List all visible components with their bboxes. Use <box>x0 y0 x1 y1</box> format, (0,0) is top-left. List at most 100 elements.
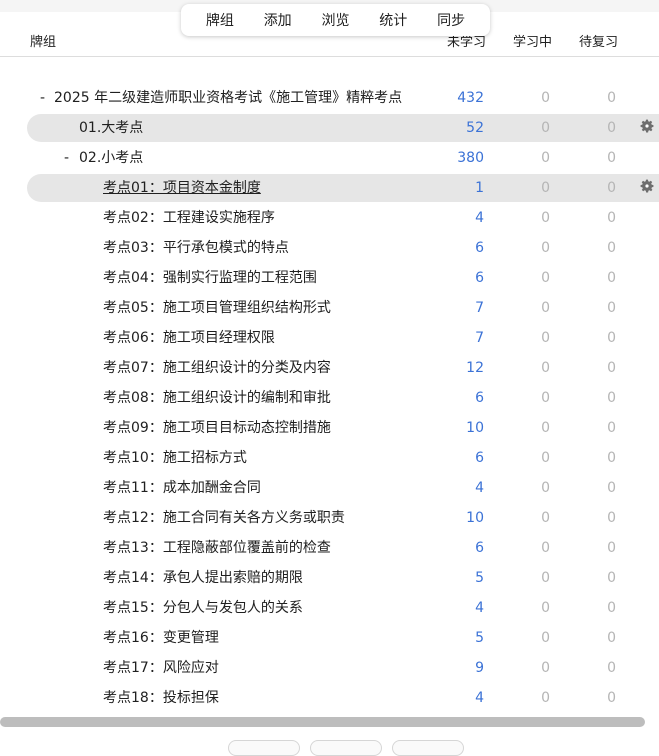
new-count: 6 <box>475 390 484 406</box>
deck-row[interactable]: 考点13：工程隐蔽部位覆盖前的检查 6 0 0 <box>0 533 659 563</box>
deck-row[interactable]: 考点06：施工项目经理权限 7 0 0 <box>0 323 659 353</box>
learning-count: 0 <box>541 240 550 256</box>
new-count: 4 <box>475 210 484 226</box>
deck-name-link[interactable]: 考点06：施工项目经理权限 <box>103 329 275 347</box>
deck-name-link[interactable]: 考点03：平行承包模式的特点 <box>103 239 289 257</box>
deck-row[interactable]: 考点14：承包人提出索赔的期限 5 0 0 <box>0 563 659 593</box>
new-count: 1 <box>475 180 484 196</box>
due-count: 0 <box>607 180 616 196</box>
deck-name-link[interactable]: 考点02：工程建设实施程序 <box>103 209 275 227</box>
deck-name-link[interactable]: 01.大考点 <box>79 119 143 137</box>
due-count: 0 <box>607 330 616 346</box>
deck-name-link[interactable]: 2025 年二级建造师职业资格考试《施工管理》精粹考点 <box>54 89 402 107</box>
deck-name-link[interactable]: 考点18：投标担保 <box>103 689 219 707</box>
due-count: 0 <box>607 600 616 616</box>
learning-count: 0 <box>541 480 550 496</box>
new-count: 6 <box>475 540 484 556</box>
gear-icon[interactable] <box>639 117 655 135</box>
deck-row[interactable]: 考点01：项目资本金制度 1 0 0 <box>0 173 659 203</box>
new-count: 9 <box>475 660 484 676</box>
bottom-button-2[interactable] <box>310 740 382 756</box>
nav-stats-button[interactable]: 统计 <box>375 8 411 32</box>
deck-row[interactable]: 考点05：施工项目管理组织结构形式 7 0 0 <box>0 293 659 323</box>
main-toolbar: 牌组 添加 浏览 统计 同步 <box>181 4 490 36</box>
deck-name-link[interactable]: 考点07：施工组织设计的分类及内容 <box>103 359 331 377</box>
deck-name-link[interactable]: 考点05：施工项目管理组织结构形式 <box>103 299 331 317</box>
new-count: 7 <box>475 300 484 316</box>
deck-row[interactable]: 考点12：施工合同有关各方义务或职责 10 0 0 <box>0 503 659 533</box>
deck-name-link[interactable]: 02.小考点 <box>79 149 143 167</box>
learning-count: 0 <box>541 360 550 376</box>
deck-row[interactable]: 考点04：强制实行监理的工程范围 6 0 0 <box>0 263 659 293</box>
deck-name-link[interactable]: 考点16：变更管理 <box>103 629 219 647</box>
due-count: 0 <box>607 690 616 706</box>
nav-add-button[interactable]: 添加 <box>260 8 296 32</box>
deck-row[interactable]: 考点03：平行承包模式的特点 6 0 0 <box>0 233 659 263</box>
deck-name-link[interactable]: 考点17：风险应对 <box>103 659 219 677</box>
nav-decks-button[interactable]: 牌组 <box>202 8 238 32</box>
deck-name-link[interactable]: 考点08：施工组织设计的编制和审批 <box>103 389 331 407</box>
deck-name-link[interactable]: 考点04：强制实行监理的工程范围 <box>103 269 317 287</box>
learning-count: 0 <box>541 600 550 616</box>
new-count: 5 <box>475 570 484 586</box>
due-count: 0 <box>607 390 616 406</box>
due-count: 0 <box>607 630 616 646</box>
deck-row[interactable]: 考点17：风险应对 9 0 0 <box>0 653 659 683</box>
new-count: 7 <box>475 330 484 346</box>
deck-row[interactable]: -2025 年二级建造师职业资格考试《施工管理》精粹考点 432 0 0 <box>0 83 659 113</box>
due-count: 0 <box>607 270 616 286</box>
due-count: 0 <box>607 540 616 556</box>
learning-count: 0 <box>541 450 550 466</box>
learning-count: 0 <box>541 570 550 586</box>
deck-row[interactable]: -02.小考点 380 0 0 <box>0 143 659 173</box>
new-count: 12 <box>466 360 484 376</box>
nav-browse-button[interactable]: 浏览 <box>317 8 353 32</box>
new-count: 10 <box>466 420 484 436</box>
new-count: 6 <box>475 450 484 466</box>
deck-name-link[interactable]: 考点11：成本加酬金合同 <box>103 479 261 497</box>
deck-list: -2025 年二级建造师职业资格考试《施工管理》精粹考点 432 0 0 01.大考点 5… <box>0 83 659 713</box>
learning-count: 0 <box>541 300 550 316</box>
learning-count: 0 <box>541 180 550 196</box>
new-count: 432 <box>457 90 484 106</box>
deck-row[interactable]: 考点02：工程建设实施程序 4 0 0 <box>0 203 659 233</box>
deck-row[interactable]: 考点11：成本加酬金合同 4 0 0 <box>0 473 659 503</box>
gear-icon[interactable] <box>639 177 655 195</box>
deck-name-link[interactable]: 考点10：施工招标方式 <box>103 449 247 467</box>
learning-count: 0 <box>541 150 550 166</box>
deck-name-link[interactable]: 考点09：施工项目目标动态控制措施 <box>103 419 331 437</box>
collapse-toggle[interactable]: - <box>40 89 45 107</box>
new-count: 4 <box>475 480 484 496</box>
collapse-toggle[interactable]: - <box>64 149 69 167</box>
bottom-button-3[interactable] <box>392 740 464 756</box>
deck-row[interactable]: 01.大考点 52 0 0 <box>0 113 659 143</box>
due-count: 0 <box>607 450 616 466</box>
deck-name-link[interactable]: 考点14：承包人提出索赔的期限 <box>103 569 303 587</box>
horizontal-scrollbar[interactable] <box>0 717 645 727</box>
header-due: 待复习 <box>579 35 619 50</box>
learning-count: 0 <box>541 120 550 136</box>
learning-count: 0 <box>541 540 550 556</box>
deck-name-link[interactable]: 考点15：分包人与发包人的关系 <box>103 599 303 617</box>
due-count: 0 <box>607 660 616 676</box>
deck-row[interactable]: 考点07：施工组织设计的分类及内容 12 0 0 <box>0 353 659 383</box>
due-count: 0 <box>607 90 616 106</box>
deck-row[interactable]: 考点09：施工项目目标动态控制措施 10 0 0 <box>0 413 659 443</box>
learning-count: 0 <box>541 210 550 226</box>
due-count: 0 <box>607 150 616 166</box>
deck-row[interactable]: 考点15：分包人与发包人的关系 4 0 0 <box>0 593 659 623</box>
bottom-button-1[interactable] <box>228 740 300 756</box>
deck-name-link[interactable]: 考点12：施工合同有关各方义务或职责 <box>103 509 345 527</box>
deck-row[interactable]: 考点10：施工招标方式 6 0 0 <box>0 443 659 473</box>
deck-row[interactable]: 考点08：施工组织设计的编制和审批 6 0 0 <box>0 383 659 413</box>
deck-row[interactable]: 考点16：变更管理 5 0 0 <box>0 623 659 653</box>
due-count: 0 <box>607 210 616 226</box>
deck-name-link[interactable]: 考点13：工程隐蔽部位覆盖前的检查 <box>103 539 331 557</box>
learning-count: 0 <box>541 270 550 286</box>
deck-name-link[interactable]: 考点01：项目资本金制度 <box>103 179 261 197</box>
deck-row[interactable]: 考点18：投标担保 4 0 0 <box>0 683 659 713</box>
due-count: 0 <box>607 300 616 316</box>
nav-sync-button[interactable]: 同步 <box>433 8 469 32</box>
new-count: 5 <box>475 630 484 646</box>
learning-count: 0 <box>541 690 550 706</box>
